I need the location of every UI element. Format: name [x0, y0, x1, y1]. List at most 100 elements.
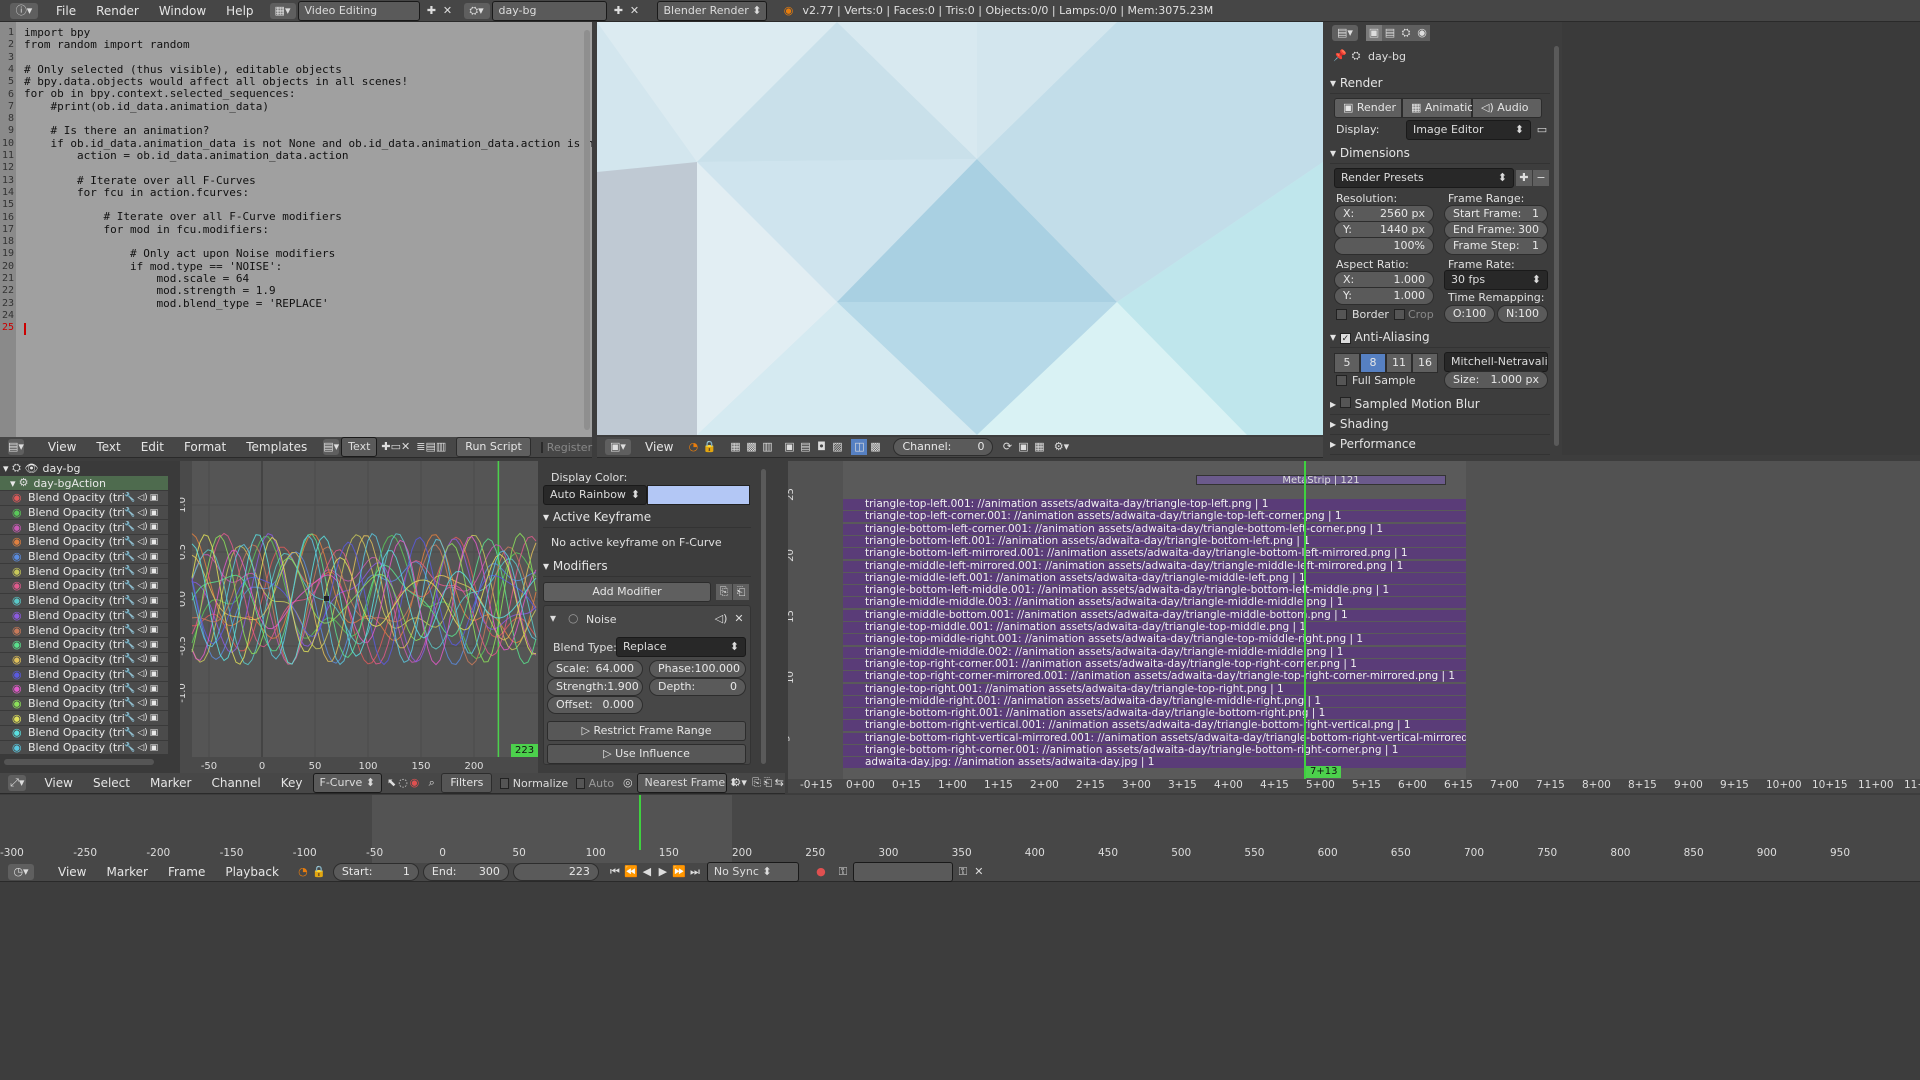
- offset-field[interactable]: Offset: 0.000: [547, 696, 643, 714]
- aa-filter-select[interactable]: Mitchell-Netravali⬍: [1444, 352, 1548, 386]
- graph-mode-select[interactable]: F-Curve ⬍: [312, 773, 382, 793]
- fcurve-channel[interactable]: ◉Blend Opacity (triangle🔧◁)▣: [0, 637, 168, 653]
- wrench-icon[interactable]: 🔧: [124, 625, 135, 635]
- lock-icon[interactable]: ▣: [150, 728, 159, 738]
- mute-icon[interactable]: ◁): [137, 596, 147, 606]
- sequence-strip[interactable]: adwaita-day.jpg: //animation assets/adwa…: [843, 757, 1466, 769]
- fcurve-channel[interactable]: ◉Blend Opacity (triangle🔧◁)▣: [0, 564, 168, 580]
- text-editor[interactable]: 1 2 3 4 5 6 7 8 9 10 11 12 13 14 15 16 17 18 19 20 21 22 23 24 2…: [0, 22, 592, 437]
- visibility-eye-icon[interactable]: ◉: [12, 726, 26, 739]
- lock-icon[interactable]: ▣: [150, 684, 159, 694]
- backdrop-icon[interactable]: ◘: [813, 439, 829, 455]
- remap-new-field[interactable]: N:100: [1497, 305, 1548, 323]
- mute-icon[interactable]: ◁): [137, 537, 147, 547]
- timeline-menu-frame[interactable]: Frame: [168, 865, 205, 879]
- current-frame-badge[interactable]: 223: [511, 744, 539, 757]
- aa-sample-11[interactable]: 11: [1386, 353, 1412, 373]
- visibility-eye-icon[interactable]: ◉: [12, 579, 26, 592]
- code-line[interactable]: for mod in fcu.modifiers:: [24, 223, 584, 236]
- mute-icon[interactable]: ◁): [137, 508, 147, 518]
- fcurve-channel[interactable]: ◉Blend Opacity (triangle🔧◁)▣: [0, 652, 168, 668]
- record-icon[interactable]: ◉: [409, 775, 420, 791]
- insert-key-icon[interactable]: ⚿: [955, 864, 971, 880]
- keying-set-field[interactable]: [852, 862, 953, 882]
- lock-icon[interactable]: ▣: [150, 713, 159, 723]
- fcurve-channel[interactable]: ◉Blend Opacity (triangle🔧◁)▣: [0, 520, 168, 536]
- menu-window[interactable]: Window: [159, 4, 206, 18]
- display-mode-icon[interactable]: ▦: [727, 439, 743, 455]
- add-layout-icon[interactable]: ✚: [424, 3, 440, 19]
- sequence-strip[interactable]: triangle-middle-left-mirrored.001: //ani…: [843, 560, 1466, 572]
- fcurve-channel[interactable]: ◉Blend Opacity (triangle🔧◁)▣: [0, 696, 168, 712]
- current-frame-field[interactable]: 223: [512, 863, 599, 881]
- paste-modifier-icon[interactable]: ⎗: [733, 584, 749, 600]
- sequence-strip[interactable]: triangle-bottom-right-corner.001: //anim…: [843, 745, 1466, 756]
- pivot-icon[interactable]: ◎: [622, 775, 633, 791]
- proxy-icon[interactable]: ▤: [797, 439, 813, 455]
- wrench-icon[interactable]: 🔧: [124, 698, 135, 708]
- use-influence-button[interactable]: ▷ Use Influence: [547, 744, 746, 764]
- visibility-eye-icon[interactable]: ◉: [12, 609, 26, 622]
- dimensions-section-header[interactable]: ▾ Dimensions: [1330, 142, 1550, 164]
- info-editor-icon[interactable]: ⓘ▾: [10, 2, 38, 19]
- sequence-strip[interactable]: triangle-bottom-left-middle.001: //anima…: [843, 585, 1466, 597]
- fcurve-channel[interactable]: ◉Blend Opacity (triangle🔧◁)▣: [0, 593, 168, 609]
- scene-field[interactable]: day-bg: [491, 0, 607, 21]
- lock-icon[interactable]: ▣: [150, 669, 159, 679]
- mute-modifier-icon[interactable]: ○: [568, 611, 578, 625]
- graph-menu-marker[interactable]: Marker: [150, 776, 191, 790]
- gprops-scrollbar[interactable]: [761, 469, 766, 764]
- code-line[interactable]: from random import random: [24, 38, 584, 51]
- sequence-strip[interactable]: triangle-top-middle.001: //animation ass…: [843, 622, 1466, 633]
- graph-menu-channel[interactable]: Channel: [211, 776, 260, 790]
- sequence-strip[interactable]: triangle-middle-left.001: //animation as…: [843, 572, 1466, 584]
- code-line[interactable]: # Only act upon Noise modifiers: [24, 248, 584, 261]
- wrench-icon[interactable]: 🔧: [124, 713, 135, 723]
- curve-color-swatch[interactable]: [647, 485, 750, 505]
- mute-icon[interactable]: ◁): [137, 669, 147, 679]
- start-field[interactable]: Start: 1: [332, 863, 419, 881]
- motion-blur-checkbox[interactable]: [1339, 397, 1351, 408]
- lock-icon[interactable]: ▣: [150, 743, 159, 753]
- code-line[interactable]: mod.strength = 1.9: [24, 284, 584, 297]
- grid-icon[interactable]: ▩: [867, 439, 883, 455]
- speaker-icon[interactable]: ◁): [713, 611, 729, 627]
- fcurve-channel[interactable]: ◉Blend Opacity (triangle🔧◁)▣: [0, 681, 168, 697]
- fcurve-channel[interactable]: ◉Blend Opacity (triangle🔧◁)▣: [0, 491, 168, 506]
- mute-icon[interactable]: ◁): [137, 566, 147, 576]
- color-mode-select[interactable]: Auto Rainbow ⬍: [543, 485, 647, 505]
- play-icon[interactable]: ▶: [655, 864, 671, 880]
- paste-keys-icon[interactable]: ⎗: [762, 775, 773, 791]
- open-text-icon[interactable]: ▭: [391, 439, 401, 455]
- editor-type-icon[interactable]: ▣▾: [605, 439, 631, 455]
- checker-icon[interactable]: ▩: [743, 439, 759, 455]
- visibility-eye-icon[interactable]: ◉: [12, 491, 26, 504]
- sequence-strip[interactable]: triangle-middle-right.001: //animation a…: [843, 695, 1466, 707]
- view-menu[interactable]: View: [645, 440, 673, 454]
- record-icon[interactable]: ●: [813, 864, 829, 880]
- mute-icon[interactable]: ◁): [137, 728, 147, 738]
- text-datablock-icon[interactable]: ▤▾: [323, 439, 340, 455]
- lock-icon[interactable]: ▣: [150, 640, 159, 650]
- visibility-eye-icon[interactable]: ◉: [12, 594, 26, 607]
- world-tab-icon[interactable]: ◉: [1414, 25, 1430, 41]
- code-line[interactable]: # Iterate over all F-Curves: [24, 174, 584, 187]
- scene-tab-icon[interactable]: ⛭: [1398, 25, 1414, 41]
- wrench-icon[interactable]: 🔧: [124, 493, 135, 503]
- copy-keys-icon[interactable]: ⎘: [751, 775, 762, 791]
- fps-select[interactable]: 30 fps ⬍: [1444, 270, 1548, 290]
- fcurve-channel[interactable]: ◉Blend Opacity (triangle🔧◁)▣: [0, 623, 168, 638]
- lock-icon[interactable]: ▣: [150, 610, 159, 620]
- lock-icon[interactable]: ▣: [150, 552, 159, 562]
- code-line[interactable]: action = ob.id_data.animation_data.actio…: [24, 149, 584, 162]
- timeline-area[interactable]: -300 -250 -200 -150 -100 -50 0 50 100 150 200 250 30…: [0, 795, 1920, 863]
- visibility-eye-icon[interactable]: ◉: [12, 712, 26, 725]
- screen-layout-field[interactable]: Video Editing: [297, 0, 420, 21]
- aa-checkbox[interactable]: ✓: [1339, 333, 1351, 344]
- wrench-icon[interactable]: 🔧: [124, 566, 135, 576]
- wrench-icon[interactable]: 🔧: [124, 640, 135, 650]
- visibility-eye-icon[interactable]: ◉: [12, 535, 26, 548]
- sequence-strip[interactable]: triangle-top-right-corner-mirrored.001: …: [843, 671, 1466, 683]
- performance-section-header[interactable]: ▸ Performance: [1330, 433, 1550, 455]
- full-sample-checkbox[interactable]: [1336, 375, 1347, 386]
